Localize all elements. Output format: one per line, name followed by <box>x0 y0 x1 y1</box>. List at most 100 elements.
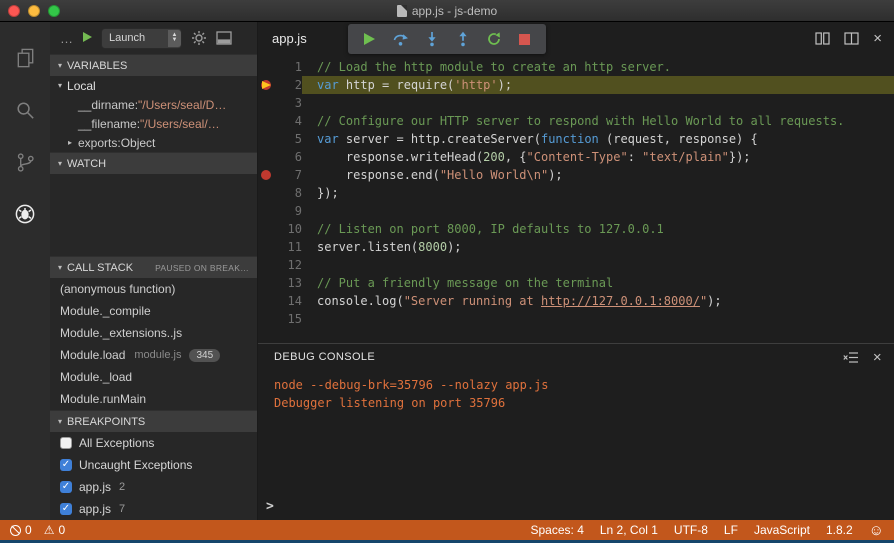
continue-button[interactable] <box>356 26 383 52</box>
code-text[interactable]: // Configure our HTTP server to respond … <box>302 112 894 130</box>
close-window-button[interactable] <box>8 4 20 17</box>
status-item[interactable]: UTF-8 <box>674 523 708 537</box>
breakpoint-checkbox[interactable] <box>60 437 72 449</box>
status-item[interactable]: JavaScript <box>754 523 810 537</box>
debug-console-toggle-icon[interactable] <box>216 31 232 45</box>
breakpoint-row[interactable]: ✓ Uncaught Exceptions <box>50 454 257 476</box>
debug-icon[interactable] <box>0 188 50 240</box>
breakpoint-gutter[interactable] <box>258 130 276 148</box>
tab-app-js[interactable]: app.js <box>258 22 321 55</box>
twisty-collapsed-icon[interactable]: ▸ <box>68 138 76 147</box>
console-input-prompt[interactable]: > <box>266 499 274 514</box>
variable-row[interactable]: ▸ exports: Object <box>50 133 257 152</box>
launch-config-select[interactable]: Launch ▲ ▼ <box>101 27 182 49</box>
breakpoint-gutter[interactable] <box>258 166 276 184</box>
scope-local[interactable]: ▾ Local <box>50 76 257 95</box>
breakpoint-gutter[interactable] <box>258 76 276 94</box>
code-text[interactable]: server.listen(8000); <box>302 238 894 256</box>
clear-console-icon[interactable] <box>843 351 859 364</box>
code-line: 4 // Configure our HTTP server to respond… <box>258 112 894 130</box>
close-editor-icon[interactable]: × <box>873 31 882 46</box>
code-text[interactable] <box>302 94 894 112</box>
step-into-button[interactable] <box>418 26 445 52</box>
start-debug-button[interactable] <box>83 29 92 47</box>
call-stack-frame[interactable]: Module.runMain <box>50 388 257 410</box>
code-line: 3 <box>258 94 894 112</box>
code-text[interactable]: response.end("Hello World\n"); <box>302 166 894 184</box>
status-item[interactable]: Ln 2, Col 1 <box>600 523 658 537</box>
minimize-window-button[interactable] <box>28 4 40 17</box>
breakpoint-gutter[interactable] <box>258 310 276 328</box>
breakpoint-gutter[interactable] <box>258 202 276 220</box>
launch-config-label: Launch <box>109 32 146 44</box>
breakpoint-row[interactable]: All Exceptions <box>50 432 257 454</box>
call-stack-frame[interactable]: Module.load module.js 345 <box>50 344 257 366</box>
search-icon[interactable] <box>0 84 50 136</box>
breakpoint-gutter[interactable] <box>258 292 276 310</box>
code-text[interactable]: // Listen on port 8000, IP defaults to 1… <box>302 220 894 238</box>
breakpoint-row[interactable]: ✓ app.js 7 <box>50 498 257 520</box>
configure-gear-icon[interactable] <box>191 30 207 46</box>
status-item[interactable]: LF <box>724 523 738 537</box>
close-console-icon[interactable]: × <box>873 350 882 365</box>
errors-indicator[interactable]: 0 <box>10 523 32 537</box>
status-item[interactable]: Spaces: 4 <box>531 523 584 537</box>
split-editor-icon[interactable] <box>815 32 830 45</box>
status-item[interactable]: 1.8.2 <box>826 523 853 537</box>
restart-button[interactable] <box>480 26 507 52</box>
git-branch-icon[interactable] <box>0 136 50 188</box>
call-stack-frame[interactable]: Module._load <box>50 366 257 388</box>
breakpoint-gutter[interactable] <box>258 112 276 130</box>
breakpoint-gutter[interactable] <box>258 58 276 76</box>
variables-section-header[interactable]: ▾ VARIABLES <box>50 54 257 76</box>
explorer-icon[interactable] <box>0 32 50 84</box>
code-text[interactable]: response.writeHead(200, {"Content-Type":… <box>302 148 894 166</box>
breakpoint-gutter[interactable] <box>258 220 276 238</box>
breakpoint-gutter[interactable] <box>258 274 276 292</box>
debug-toolbar <box>348 24 546 54</box>
step-over-button[interactable] <box>387 26 414 52</box>
breakpoint-gutter[interactable] <box>258 94 276 112</box>
call-stack-section-header[interactable]: ▾ CALL STACK PAUSED ON BREAK… <box>50 256 257 278</box>
warnings-indicator[interactable]: ⚠ 0 <box>44 523 65 537</box>
call-stack-frame[interactable]: Module._extensions..js <box>50 322 257 344</box>
step-out-button[interactable] <box>449 26 476 52</box>
stop-icon <box>519 33 530 45</box>
select-arrows-icon: ▲ ▼ <box>168 29 181 47</box>
breakpoint-checkbox[interactable]: ✓ <box>60 481 72 493</box>
code-text[interactable] <box>302 202 894 220</box>
line-number: 8 <box>294 186 302 200</box>
code-text[interactable]: // Put a friendly message on the termina… <box>302 274 894 292</box>
editor-layout-icon[interactable] <box>844 32 859 45</box>
code-text[interactable]: }); <box>302 184 894 202</box>
breakpoint-icon <box>261 170 271 180</box>
line-number: 12 <box>287 258 302 272</box>
frame-line-badge: 345 <box>189 348 221 362</box>
variable-row[interactable]: __filename: "/Users/seal/… <box>50 114 257 133</box>
breakpoints-section-header[interactable]: ▾ BREAKPOINTS <box>50 410 257 432</box>
code-text[interactable] <box>302 310 894 328</box>
breakpoint-row[interactable]: ✓ app.js 2 <box>50 476 257 498</box>
breakpoint-checkbox[interactable]: ✓ <box>60 459 72 471</box>
breakpoint-gutter[interactable] <box>258 184 276 202</box>
variable-row[interactable]: __dirname: "/Users/seal/D… <box>50 95 257 114</box>
code-text[interactable] <box>302 256 894 274</box>
breakpoint-gutter[interactable] <box>258 256 276 274</box>
prompt-chevron-icon: > <box>266 499 274 514</box>
watch-section-header[interactable]: ▾ WATCH <box>50 152 257 174</box>
call-stack-frame[interactable]: Module._compile <box>50 300 257 322</box>
code-editor[interactable]: 1 // Load the http module to create an ht… <box>258 55 894 343</box>
feedback-smiley-icon[interactable]: ☺ <box>869 523 884 538</box>
call-stack-frame[interactable]: (anonymous function) <box>50 278 257 300</box>
breakpoint-gutter[interactable] <box>258 148 276 166</box>
stop-button[interactable] <box>511 26 538 52</box>
code-text[interactable]: console.log("Server running at http://12… <box>302 292 894 310</box>
code-text[interactable]: var server = http.createServer(function … <box>302 130 894 148</box>
code-text[interactable]: // Load the http module to create an htt… <box>302 58 894 76</box>
paused-status-badge: PAUSED ON BREAK… <box>155 262 249 273</box>
zoom-window-button[interactable] <box>48 4 60 17</box>
breakpoint-gutter[interactable] <box>258 238 276 256</box>
breakpoint-checkbox[interactable]: ✓ <box>60 503 72 515</box>
code-text[interactable]: var http = require('http'); <box>302 76 894 94</box>
overflow-menu[interactable]: … <box>60 31 74 46</box>
